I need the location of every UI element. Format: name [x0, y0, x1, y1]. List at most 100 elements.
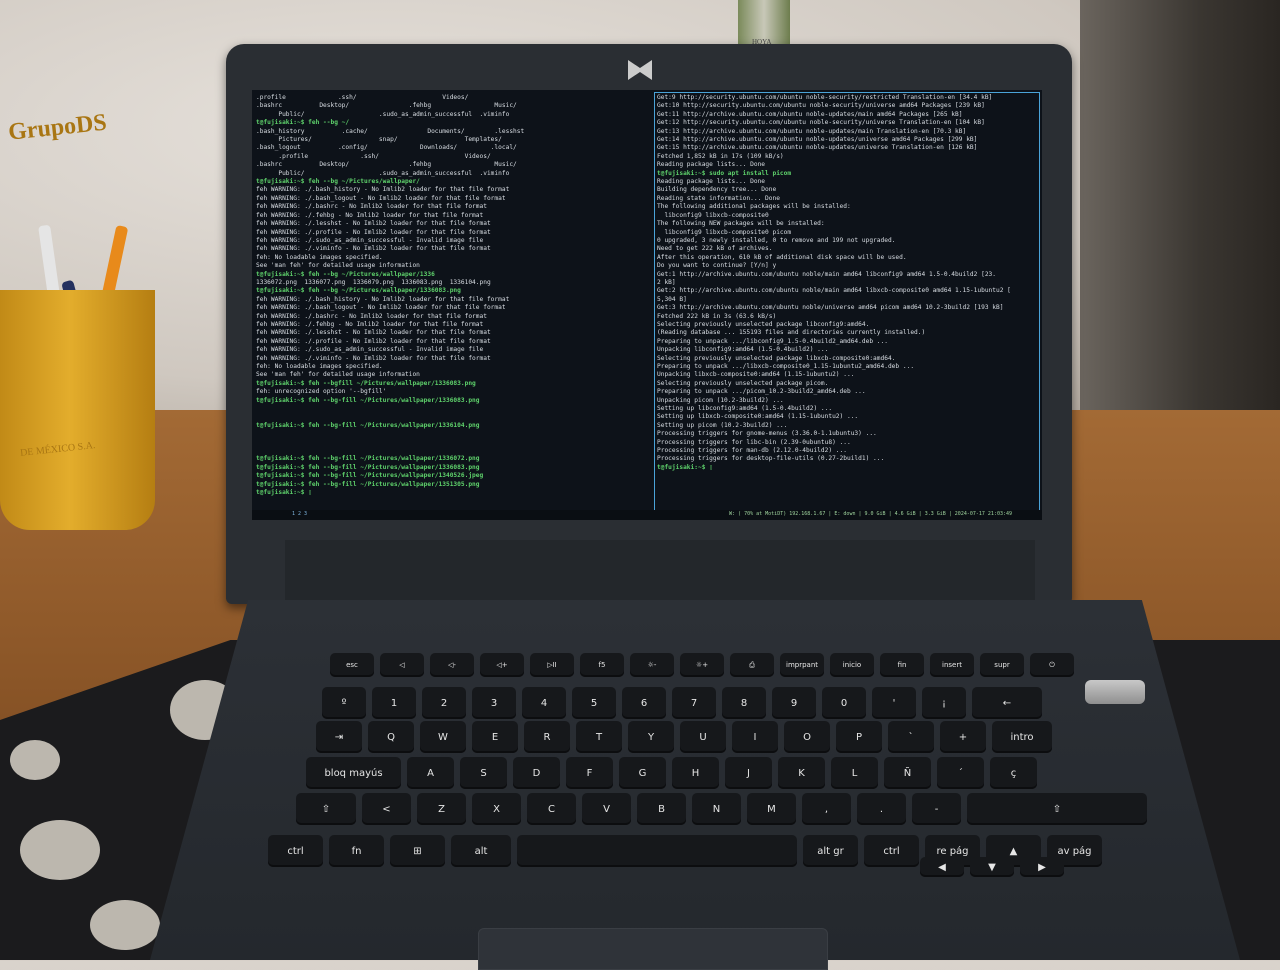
workspaces[interactable]: 1 2 3	[292, 511, 307, 517]
key[interactable]: ⇧	[296, 793, 356, 825]
key[interactable]: insert	[930, 653, 974, 677]
terminal-line: Processing triggers for man-db (2.12.0-4…	[657, 447, 847, 455]
key[interactable]: fin	[880, 653, 924, 677]
key[interactable]: ◀	[920, 857, 964, 877]
key[interactable]: ⏻	[1030, 653, 1074, 677]
key[interactable]: inicio	[830, 653, 874, 677]
key[interactable]: ☼+	[680, 653, 724, 677]
key[interactable]: ☼-	[630, 653, 674, 677]
terminal-line: The following additional packages will b…	[657, 203, 851, 211]
key[interactable]: 0	[822, 687, 866, 719]
key[interactable]: esc	[330, 653, 374, 677]
key[interactable]: '	[872, 687, 916, 719]
key[interactable]: ←	[972, 687, 1042, 719]
key[interactable]: D	[513, 757, 560, 789]
key[interactable]: +	[940, 721, 986, 753]
key[interactable]: T	[576, 721, 622, 753]
terminal-right[interactable]: Get:9 http://security.ubuntu.com/ubuntu …	[654, 92, 1040, 518]
key[interactable]: G	[619, 757, 666, 789]
key[interactable]: 8	[722, 687, 766, 719]
terminal-line: feh WARNING: ./.bashrc - No Imlib2 loade…	[256, 203, 487, 211]
terminal-line: feh: No loadable images specified.	[256, 253, 383, 261]
key[interactable]: ¡	[922, 687, 966, 719]
key[interactable]: R	[524, 721, 570, 753]
key[interactable]: B	[637, 793, 686, 825]
key[interactable]: U	[680, 721, 726, 753]
key[interactable]: ⎙	[730, 653, 774, 677]
key[interactable]: <	[362, 793, 411, 825]
terminal-line: feh WARNING: ./.sudo_as_admin_successful…	[256, 346, 484, 354]
mat-flower	[20, 820, 100, 880]
terminal-line: feh WARNING: ./.viminfo - No Imlib2 load…	[256, 245, 491, 253]
key[interactable]: ◁-	[430, 653, 474, 677]
key[interactable]: `	[888, 721, 934, 753]
key[interactable]: 9	[772, 687, 816, 719]
key[interactable]: -	[912, 793, 961, 825]
key[interactable]: .	[857, 793, 906, 825]
terminal-line: See 'man feh' for detailed usage informa…	[256, 262, 420, 270]
terminal-line: feh WARNING: ./.bash_history - No Imlib2…	[256, 295, 510, 303]
key[interactable]: ´	[937, 757, 984, 789]
key[interactable]: supr	[980, 653, 1024, 677]
key[interactable]: intro	[992, 721, 1052, 753]
touchpad[interactable]	[478, 928, 828, 970]
terminal-left[interactable]: .profile .ssh/ Videos/ .bashrc Desktop/ …	[256, 94, 648, 516]
terminal-line: feh WARNING: ./.bash_logout - No Imlib2 …	[256, 194, 506, 202]
key[interactable]: ▷II	[530, 653, 574, 677]
key[interactable]: X	[472, 793, 521, 825]
key[interactable]	[517, 835, 797, 867]
terminal-line: feh WARNING: ./.profile - No Imlib2 load…	[256, 228, 491, 236]
key[interactable]: O	[784, 721, 830, 753]
key[interactable]: ,	[802, 793, 851, 825]
key[interactable]: M	[747, 793, 796, 825]
key[interactable]: N	[692, 793, 741, 825]
key[interactable]: º	[322, 687, 366, 719]
key[interactable]: imprpant	[780, 653, 824, 677]
key[interactable]: 1	[372, 687, 416, 719]
key[interactable]: fn	[329, 835, 384, 867]
key[interactable]: Y	[628, 721, 674, 753]
key[interactable]: Q	[368, 721, 414, 753]
key[interactable]: ç	[990, 757, 1037, 789]
key[interactable]: S	[460, 757, 507, 789]
key[interactable]: bloq mayús	[306, 757, 401, 789]
key[interactable]: Z	[417, 793, 466, 825]
key[interactable]: F	[566, 757, 613, 789]
key[interactable]: alt gr	[803, 835, 858, 867]
key[interactable]: I	[732, 721, 778, 753]
key[interactable]: K	[778, 757, 825, 789]
key[interactable]: ◁	[380, 653, 424, 677]
terminal-line: feh WARNING: ./.viminfo - No Imlib2 load…	[256, 354, 491, 362]
key[interactable]: ⇥	[316, 721, 362, 753]
terminal-line: 5,304 B]	[657, 295, 687, 303]
key[interactable]: 3	[472, 687, 516, 719]
key[interactable]: f5	[580, 653, 624, 677]
key[interactable]: ▼	[970, 857, 1014, 877]
key[interactable]: ◁+	[480, 653, 524, 677]
key[interactable]: 5	[572, 687, 616, 719]
key[interactable]: 7	[672, 687, 716, 719]
key[interactable]: ⇧	[967, 793, 1147, 825]
key[interactable]: ⊞	[390, 835, 445, 867]
key[interactable]: H	[672, 757, 719, 789]
key[interactable]: A	[407, 757, 454, 789]
key[interactable]: ctrl	[268, 835, 323, 867]
key[interactable]: alt	[451, 835, 511, 867]
terminal-line: See 'man feh' for detailed usage informa…	[256, 371, 420, 379]
terminal-line: Get:2 http://archive.ubuntu.com/ubuntu n…	[657, 287, 1011, 295]
key[interactable]: 2	[422, 687, 466, 719]
key[interactable]: ▶	[1020, 857, 1064, 877]
key[interactable]: L	[831, 757, 878, 789]
key[interactable]: ctrl	[864, 835, 919, 867]
key[interactable]: P	[836, 721, 882, 753]
key[interactable]: Ñ	[884, 757, 931, 789]
terminal-line: Public/ .sudo_as_admin_successful .vimin…	[256, 169, 510, 177]
key[interactable]: W	[420, 721, 466, 753]
key[interactable]: C	[527, 793, 576, 825]
key[interactable]: V	[582, 793, 631, 825]
key[interactable]: J	[725, 757, 772, 789]
key[interactable]: 6	[622, 687, 666, 719]
key[interactable]: 4	[522, 687, 566, 719]
key[interactable]: E	[472, 721, 518, 753]
